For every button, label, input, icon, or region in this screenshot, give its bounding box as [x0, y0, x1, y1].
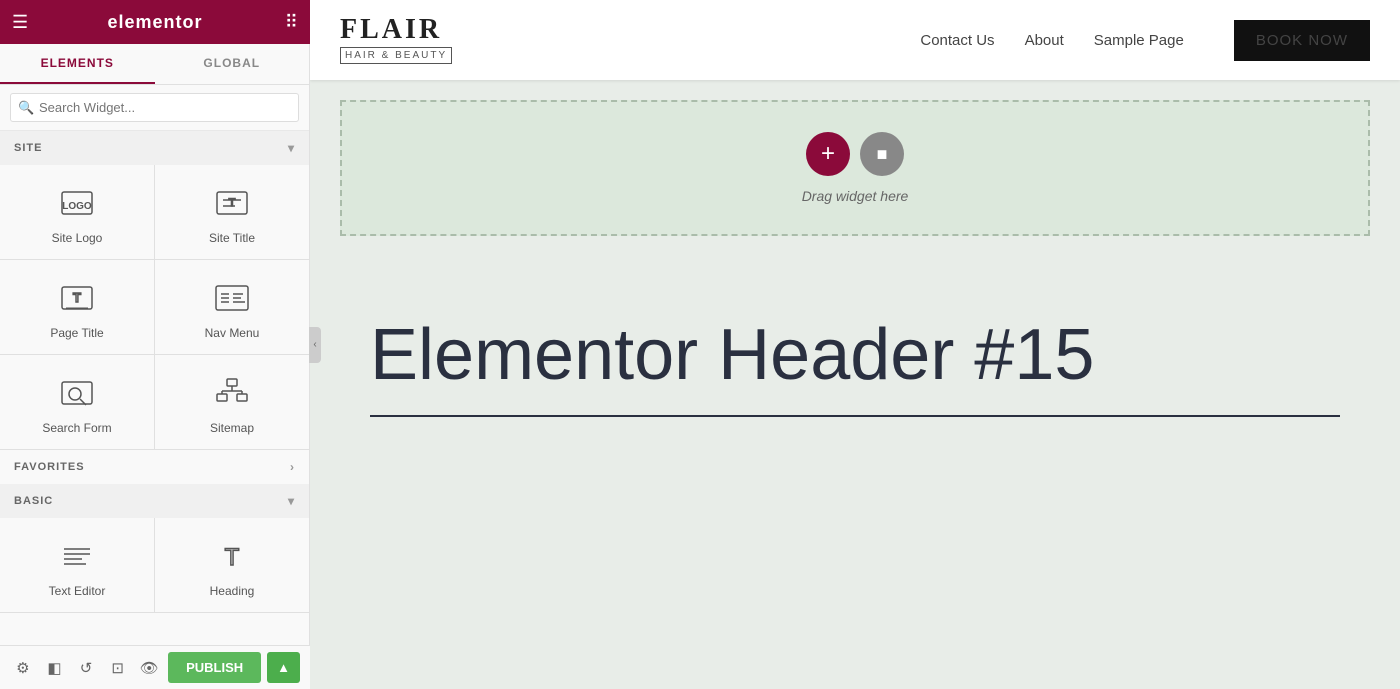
- site-navigation: Contact Us About Sample Page BOOK NOW: [920, 20, 1370, 61]
- widget-search-form[interactable]: Search Form: [0, 355, 154, 449]
- publish-button[interactable]: PUBLISH: [168, 652, 261, 683]
- drop-zone-buttons: + ■: [806, 132, 904, 176]
- elementor-logo: elementor: [107, 12, 202, 33]
- layers-icon-btn[interactable]: ◧: [42, 653, 68, 683]
- heading-icon: T: [209, 536, 255, 576]
- hero-title: Elementor Header #15: [370, 316, 1340, 395]
- section-basic[interactable]: BASIC ▾: [0, 484, 309, 518]
- collapse-handle[interactable]: ‹: [309, 327, 321, 363]
- widget-site-logo-label: Site Logo: [52, 231, 103, 245]
- svg-text:T: T: [73, 290, 81, 305]
- section-favorites[interactable]: FAVORITES ›: [0, 450, 309, 484]
- section-site[interactable]: SITE ▾: [0, 131, 309, 165]
- publish-arrow-button[interactable]: ▲: [267, 652, 300, 683]
- preview-icon-btn[interactable]: 👁: [136, 653, 162, 683]
- site-logo-sub: HAIR & BEAUTY: [340, 47, 452, 64]
- book-now-button[interactable]: BOOK NOW: [1234, 20, 1370, 61]
- sidebar-topbar: ☰ elementor ⠿: [0, 0, 310, 44]
- site-navbar: FLAIR HAIR & BEAUTY Contact Us About Sam…: [310, 0, 1400, 80]
- widget-site-logo[interactable]: LOGO Site Logo: [0, 165, 154, 259]
- hamburger-icon[interactable]: ☰: [12, 12, 28, 33]
- nav-link-sample[interactable]: Sample Page: [1094, 32, 1184, 49]
- settings-icon-btn[interactable]: ⚙: [10, 653, 36, 683]
- site-logo-icon: LOGO: [54, 183, 100, 223]
- tab-elements[interactable]: ELEMENTS: [0, 44, 155, 84]
- search-icon: 🔍: [18, 100, 34, 116]
- stop-button[interactable]: ■: [860, 132, 904, 176]
- section-favorites-arrow: ›: [290, 460, 295, 474]
- hero-divider: [370, 415, 1340, 417]
- hero-section: Elementor Header #15: [310, 256, 1400, 689]
- site-title-icon: T: [209, 183, 255, 223]
- widget-heading[interactable]: T Heading: [155, 518, 309, 612]
- responsive-icon-btn[interactable]: ⊡: [105, 653, 131, 683]
- section-site-label: SITE: [14, 142, 42, 154]
- nav-link-contact[interactable]: Contact Us: [920, 32, 994, 49]
- drop-zone-text: Drag widget here: [802, 188, 909, 204]
- widget-text-editor[interactable]: Text Editor: [0, 518, 154, 612]
- canvas-area: FLAIR HAIR & BEAUTY Contact Us About Sam…: [310, 0, 1400, 689]
- widget-text-editor-label: Text Editor: [49, 584, 106, 598]
- widget-sitemap-label: Sitemap: [210, 421, 254, 435]
- sidebar-content: SITE ▾ LOGO Site Logo T Site Title: [0, 131, 309, 689]
- section-basic-arrow: ▾: [288, 494, 295, 508]
- site-widgets-grid: LOGO Site Logo T Site Title T Page Ti: [0, 165, 309, 450]
- widget-nav-menu-label: Nav Menu: [205, 326, 260, 340]
- widget-nav-menu[interactable]: Nav Menu: [155, 260, 309, 354]
- svg-text:T: T: [225, 544, 240, 571]
- svg-text:LOGO: LOGO: [62, 201, 92, 212]
- widget-site-title-label: Site Title: [209, 231, 255, 245]
- widget-heading-label: Heading: [210, 584, 255, 598]
- history-icon-btn[interactable]: ↺: [73, 653, 99, 683]
- search-form-icon: [54, 373, 100, 413]
- widget-site-title[interactable]: T Site Title: [155, 165, 309, 259]
- widget-page-title-label: Page Title: [50, 326, 103, 340]
- sitemap-icon: [209, 373, 255, 413]
- svg-text:T: T: [229, 197, 236, 209]
- nav-link-about[interactable]: About: [1025, 32, 1064, 49]
- widget-sitemap[interactable]: Sitemap: [155, 355, 309, 449]
- grid-icon[interactable]: ⠿: [285, 12, 298, 33]
- add-widget-button[interactable]: +: [806, 132, 850, 176]
- site-logo-main: FLAIR: [340, 16, 452, 44]
- page-title-icon: T: [54, 278, 100, 318]
- section-site-arrow: ▾: [288, 141, 295, 155]
- section-favorites-label: FAVORITES: [14, 461, 85, 473]
- search-bar-container: 🔍: [0, 85, 309, 131]
- basic-widgets-grid: Text Editor T Heading: [0, 518, 309, 613]
- bottom-toolbar: ⚙ ◧ ↺ ⊡ 👁 PUBLISH ▲: [0, 645, 310, 689]
- site-logo-area: FLAIR HAIR & BEAUTY: [340, 16, 452, 64]
- panel-tabs: ELEMENTS GLOBAL: [0, 44, 309, 85]
- tab-global[interactable]: GLOBAL: [155, 44, 310, 84]
- drop-zone: + ■ Drag widget here: [340, 100, 1370, 236]
- widget-search-form-label: Search Form: [42, 421, 111, 435]
- widget-page-title[interactable]: T Page Title: [0, 260, 154, 354]
- text-editor-icon: [54, 536, 100, 576]
- nav-menu-icon: [209, 278, 255, 318]
- search-input[interactable]: [10, 93, 299, 122]
- section-basic-label: BASIC: [14, 495, 53, 507]
